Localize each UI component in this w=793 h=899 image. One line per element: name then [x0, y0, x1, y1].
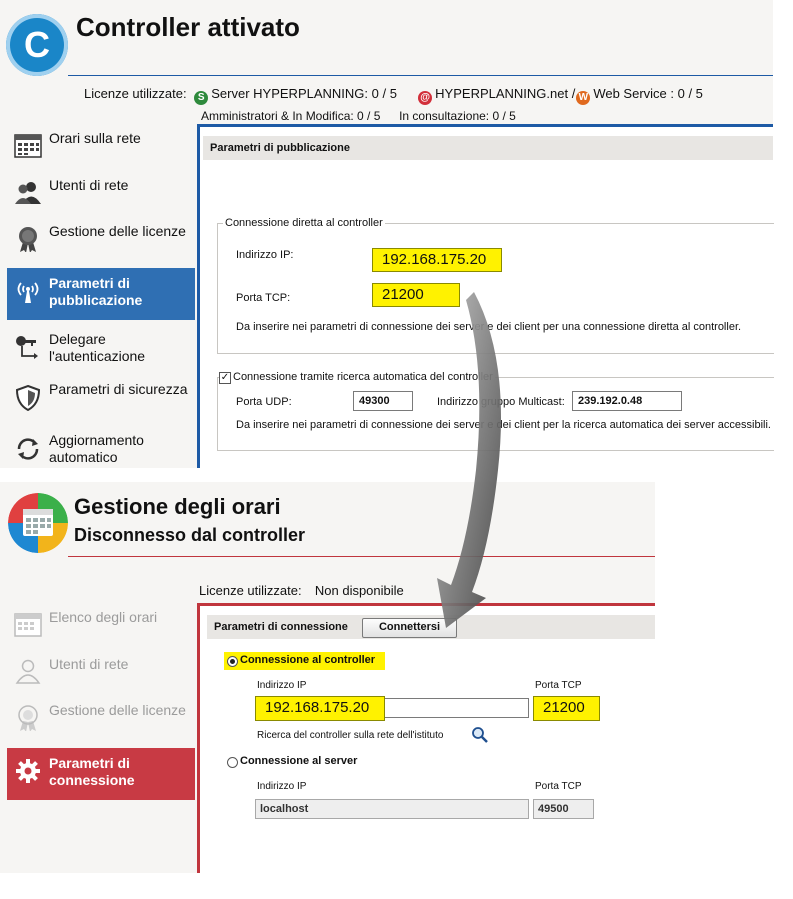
shield-icon [15, 385, 41, 411]
gear-icon [16, 759, 40, 783]
sidebar-item-label: Delegare l'autenticazione [49, 331, 146, 364]
multicast-label: Indirizzo gruppo Multicast: [437, 396, 565, 408]
ip-address-field[interactable]: 192.168.175.20 [372, 248, 502, 272]
auto-search-checkbox[interactable]: ✓ [219, 372, 231, 384]
license-ribbon-icon [18, 705, 38, 731]
sidebar-item-label: Gestione delle licenze [49, 702, 186, 718]
direct-connection-note: Da inserire nei parametri di connessione… [236, 321, 742, 333]
server-option-label[interactable]: Connessione al server [240, 755, 357, 767]
license-label: Licenze utilizzate: [84, 86, 187, 101]
ip-label: Indirizzo IP: [236, 249, 294, 261]
server-tcp-label: Porta TCP [535, 781, 582, 792]
server-badge-icon: S [194, 91, 209, 105]
title-divider [68, 75, 773, 76]
multicast-field[interactable]: 239.192.0.48 [572, 391, 682, 411]
web-service-badge-icon: W [576, 91, 591, 105]
timetable-grid-icon [14, 134, 42, 158]
sidebar-item-label: Parametri di connessione [49, 755, 135, 788]
section-header: Parametri di pubblicazione [203, 136, 773, 160]
license-consult: In consultazione: 0 / 5 [399, 109, 516, 123]
tcp-port-field[interactable]: 21200 [533, 696, 600, 721]
direct-connection-group [217, 223, 774, 354]
auto-search-note: Da inserire nei parametri di connessione… [236, 419, 771, 431]
sidebar-item-delegare-autenticazione[interactable]: Delegare l'autenticazione [7, 330, 195, 370]
antenna-icon [17, 282, 39, 303]
sidebar-item-label: Elenco degli orari [49, 609, 158, 625]
tcp-port-field[interactable]: 21200 [372, 283, 460, 307]
sidebar-item-label: Utenti di rete [49, 177, 129, 193]
sidebar-item-parametri-sicurezza[interactable]: Parametri di sicurezza [7, 381, 195, 421]
tcp-port-label: Porta TCP [535, 680, 582, 691]
server-ip-label: Indirizzo IP [257, 781, 307, 792]
sidebar-item-label: Utenti di rete [49, 656, 129, 672]
controller-search-label: Ricerca del controller sulla rete dell'i… [257, 730, 444, 741]
license-hp-net: HYPERPLANNING.net / [435, 86, 576, 101]
server-radio[interactable] [227, 757, 238, 768]
sidebar-item-parametri-connessione[interactable]: Parametri di connessione [7, 748, 195, 800]
sidebar-item-label: Parametri di pubblicazione [49, 275, 143, 308]
license-admin: Amministratori & In Modifica: 0 / 5 [201, 109, 381, 123]
controller-logo-icon: C [6, 14, 68, 76]
tcp-port-label: Porta TCP: [236, 292, 291, 304]
user-icon [15, 659, 41, 684]
license-web-service: Web Service : 0 / 5 [593, 86, 703, 101]
title-divider [68, 556, 655, 557]
sidebar-item-label: Parametri di sicurezza [49, 381, 188, 397]
license-label: Licenze utilizzate: [199, 583, 302, 598]
license-server: Server HYPERPLANNING: 0 / 5 [211, 86, 397, 101]
timetable-grid-icon [14, 613, 42, 637]
ip-label: Indirizzo IP [257, 680, 307, 691]
sidebar-item-elenco-orari[interactable]: Elenco degli orari [7, 607, 195, 643]
controller-radio[interactable] [227, 656, 238, 667]
users-icon [15, 182, 41, 204]
license-ribbon-icon [19, 227, 37, 252]
controller-title: Controller attivato [76, 12, 300, 42]
hp-net-badge-icon: @ [418, 91, 433, 105]
sidebar-item-label: Aggiornamento automatico [49, 432, 144, 465]
sidebar-item-label: Orari sulla rete [49, 130, 141, 146]
auto-search-legend: Connessione tramite ricerca automatica d… [231, 371, 495, 383]
sidebar-item-gestione-licenze[interactable]: Gestione delle licenze [7, 701, 195, 741]
connection-status: Disconnesso dal controller [74, 525, 306, 545]
udp-port-field[interactable]: 49300 [353, 391, 413, 411]
direct-connection-legend: Connessione diretta al controller [223, 217, 385, 229]
sidebar-item-gestione-licenze[interactable]: Gestione delle licenze [7, 222, 195, 262]
server-tcp-field[interactable]: 49500 [533, 799, 594, 819]
search-icon[interactable] [471, 726, 489, 744]
license-summary: Licenze utilizzate: Non disponibile [199, 583, 404, 598]
server-ip-field[interactable]: localhost [255, 799, 529, 819]
sidebar-item-utenti-rete[interactable]: Utenti di rete [7, 654, 195, 690]
sidebar-item-aggiornamento-automatico[interactable]: Aggiornamento automatico [7, 432, 195, 468]
udp-port-label: Porta UDP: [236, 396, 292, 408]
sidebar-item-utenti-rete[interactable]: Utenti di rete [7, 175, 195, 211]
license-details: Amministratori & In Modifica: 0 / 5 In c… [201, 109, 516, 123]
sidebar-item-orari-rete[interactable]: Orari sulla rete [7, 128, 195, 164]
license-value: Non disponibile [314, 583, 404, 598]
key-arrow-icon [16, 336, 38, 359]
license-summary: Licenze utilizzate: S Server HYPERPLANNIN… [84, 86, 703, 105]
timetable-title: Gestione degli orari [74, 494, 281, 519]
controller-option-label[interactable]: Connessione al controller [240, 654, 375, 666]
timetable-app-logo-icon [8, 493, 68, 553]
ip-address-input-tail[interactable] [380, 698, 529, 718]
connect-button[interactable]: Connettersi [362, 618, 457, 638]
sidebar-item-label: Gestione delle licenze [49, 223, 186, 239]
refresh-icon [17, 438, 39, 460]
ip-address-field[interactable]: 192.168.175.20 [255, 696, 385, 721]
auto-search-group [217, 377, 774, 451]
sidebar-item-parametri-pubblicazione[interactable]: Parametri di pubblicazione [7, 268, 195, 320]
